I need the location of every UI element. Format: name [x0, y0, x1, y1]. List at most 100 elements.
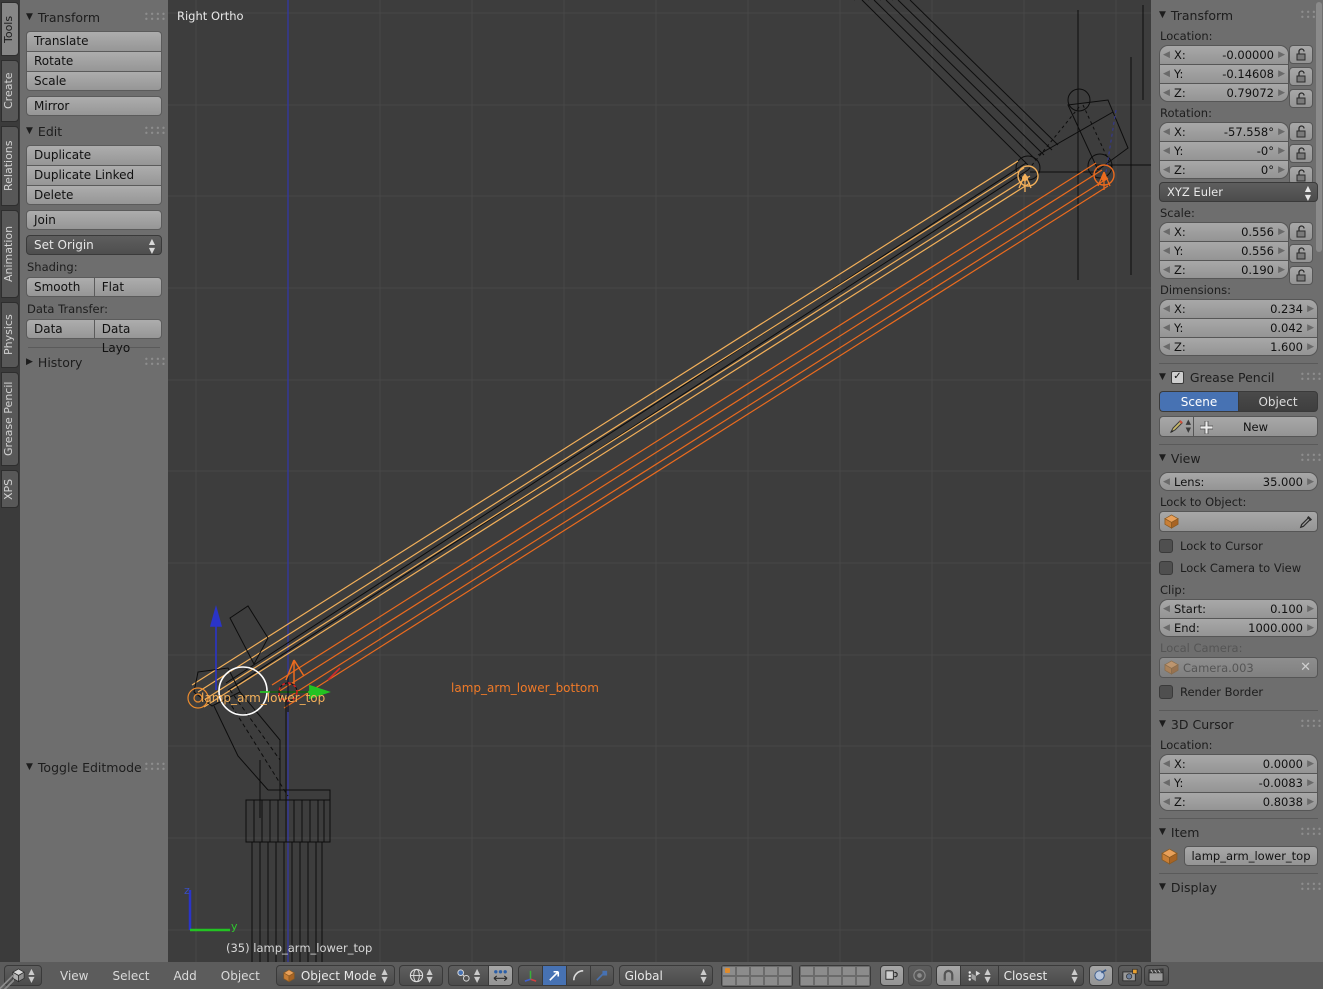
area-resize-grip[interactable] — [0, 975, 14, 989]
dimensions-z-field[interactable]: ◀ Z: 1.600 ▶ — [1159, 337, 1318, 356]
layer-cell[interactable] — [855, 965, 870, 976]
increment-arrow-icon[interactable]: ▶ — [1307, 758, 1314, 771]
increment-arrow-icon[interactable]: ▶ — [1307, 603, 1314, 616]
layer-cell[interactable] — [827, 965, 842, 976]
layer-group-1[interactable] — [720, 964, 793, 987]
join-button[interactable]: Join — [26, 210, 162, 230]
sidebar-tab-grease-pencil[interactable]: Grease Pencil — [1, 372, 19, 466]
lock-to-object-field[interactable] — [1159, 511, 1318, 532]
translate-button[interactable]: Translate — [26, 31, 162, 51]
layer-cell[interactable] — [763, 965, 778, 976]
pivot-point-dropdown[interactable]: ▲ ▼ — [447, 965, 488, 986]
location-z-field[interactable]: ◀ Z: 0.79072 ▶ — [1159, 83, 1289, 102]
layer-cell[interactable] — [841, 965, 856, 976]
decrement-arrow-icon[interactable]: ◀ — [1163, 226, 1170, 239]
lock-rotation-y-button[interactable] — [1289, 144, 1313, 163]
layer-cell[interactable] — [749, 965, 764, 976]
increment-arrow-icon[interactable]: ▶ — [1307, 777, 1314, 790]
lock-location-x-button[interactable] — [1289, 45, 1313, 64]
lock-camera-to-view-checkbox[interactable] — [1159, 561, 1173, 575]
decrement-arrow-icon[interactable]: ◀ — [1163, 126, 1170, 139]
eyedropper-icon[interactable] — [1299, 515, 1313, 529]
lens-field[interactable]: ◀ Lens: 35.000 ▶ — [1159, 472, 1318, 491]
location-y-field[interactable]: ◀ Y: -0.14608 ▶ — [1159, 64, 1289, 83]
increment-arrow-icon[interactable]: ▶ — [1278, 264, 1285, 277]
dimensions-y-field[interactable]: ◀ Y: 0.042 ▶ — [1159, 318, 1318, 337]
snap-element-dropdown[interactable]: ▲ ▼ — [959, 965, 998, 986]
panel-header-display[interactable]: ▼ Display — [1159, 877, 1318, 897]
panel-header-toggle-editmode[interactable]: ▼ Toggle Editmode — [26, 757, 162, 777]
decrement-arrow-icon[interactable]: ◀ — [1163, 796, 1170, 809]
shading-smooth-button[interactable]: Smooth — [26, 277, 94, 297]
panel-header-transform[interactable]: ▼ Transform — [26, 7, 162, 27]
layer-cell[interactable] — [855, 975, 870, 986]
rotate-manipulator-toggle[interactable] — [565, 965, 590, 986]
grease-pencil-source-scene[interactable]: Scene — [1159, 391, 1238, 412]
location-x-field[interactable]: ◀ X: -0.00000 ▶ — [1159, 45, 1289, 64]
duplicate-linked-button[interactable]: Duplicate Linked — [26, 165, 162, 185]
decrement-arrow-icon[interactable]: ◀ — [1163, 758, 1170, 771]
translate-manipulator-toggle[interactable] — [541, 965, 566, 986]
3d-viewport[interactable]: Right Ortho lamp_arm_lower_bottom lamp_a… — [168, 0, 1151, 962]
sidebar-tab-create[interactable]: Create — [1, 60, 19, 122]
scale-z-field[interactable]: ◀ Z: 0.190 ▶ — [1159, 260, 1289, 279]
increment-arrow-icon[interactable]: ▶ — [1278, 87, 1285, 100]
opengl-render-toggle[interactable] — [1088, 965, 1113, 986]
layer-cell[interactable] — [813, 965, 828, 976]
cursor-x-field[interactable]: ◀ X: 0.0000 ▶ — [1159, 754, 1318, 773]
panel-header-history[interactable]: ▶ History — [26, 352, 162, 372]
decrement-arrow-icon[interactable]: ◀ — [1163, 303, 1170, 316]
sidebar-tab-tools[interactable]: Tools — [1, 2, 19, 56]
decrement-arrow-icon[interactable]: ◀ — [1163, 68, 1170, 81]
set-origin-dropdown[interactable]: Set Origin ▲ ▼ — [26, 235, 162, 255]
increment-arrow-icon[interactable]: ▶ — [1307, 476, 1314, 489]
increment-arrow-icon[interactable]: ▶ — [1278, 245, 1285, 258]
decrement-arrow-icon[interactable]: ◀ — [1163, 476, 1170, 489]
increment-arrow-icon[interactable]: ▶ — [1278, 226, 1285, 239]
layer-cell[interactable] — [749, 975, 764, 986]
shading-flat-button[interactable]: Flat — [93, 277, 162, 297]
rotation-mode-dropdown[interactable]: XYZ Euler ▲ ▼ — [1159, 182, 1318, 202]
lock-scale-x-button[interactable] — [1289, 222, 1313, 241]
close-icon[interactable]: ✕ — [1300, 660, 1313, 675]
grease-pencil-datablock-dropdown[interactable]: ▲ ▼ — [1159, 416, 1193, 437]
sidebar-tab-xps[interactable]: XPS — [1, 470, 19, 508]
decrement-arrow-icon[interactable]: ◀ — [1163, 777, 1170, 790]
layer-group-2[interactable] — [798, 964, 871, 987]
increment-arrow-icon[interactable]: ▶ — [1278, 145, 1285, 158]
layer-cell[interactable] — [841, 975, 856, 986]
layer-cell[interactable] — [799, 975, 814, 986]
layer-cell[interactable] — [813, 975, 828, 986]
interaction-mode-dropdown[interactable]: Object Mode ▲ ▼ — [275, 965, 395, 986]
sidebar-tab-animation[interactable]: Animation — [1, 210, 19, 298]
menu-add[interactable]: Add — [162, 969, 209, 983]
scale-y-field[interactable]: ◀ Y: 0.556 ▶ — [1159, 241, 1289, 260]
increment-arrow-icon[interactable]: ▶ — [1278, 49, 1285, 62]
render-border-checkbox[interactable] — [1159, 685, 1173, 699]
layer-cell[interactable] — [827, 975, 842, 986]
data-button[interactable]: Data — [26, 319, 94, 339]
viewport-shading-dropdown[interactable]: ▲ ▼ — [398, 965, 443, 986]
item-object-name-input[interactable]: lamp_arm_lower_top — [1184, 846, 1318, 866]
layer-cell[interactable] — [735, 975, 750, 986]
cursor-y-field[interactable]: ◀ Y: -0.0083 ▶ — [1159, 773, 1318, 792]
data-layout-button[interactable]: Data Layo — [93, 319, 162, 355]
scale-manipulator-toggle[interactable] — [589, 965, 614, 986]
manipulate-center-points-toggle[interactable] — [487, 965, 513, 986]
layer-cell[interactable] — [721, 965, 736, 976]
scale-button[interactable]: Scale — [26, 71, 162, 91]
opengl-render-image-button[interactable] — [1117, 965, 1142, 986]
lock-scene-to-object-mode-toggle[interactable] — [879, 965, 904, 986]
increment-arrow-icon[interactable]: ▶ — [1278, 126, 1285, 139]
opengl-render-animation-button[interactable] — [1143, 965, 1169, 986]
decrement-arrow-icon[interactable]: ◀ — [1163, 622, 1170, 635]
panel-header-3d-cursor[interactable]: ▼ 3D Cursor — [1159, 714, 1318, 734]
menu-object[interactable]: Object — [209, 969, 272, 983]
decrement-arrow-icon[interactable]: ◀ — [1163, 264, 1170, 277]
panel-header-view[interactable]: ▼ View — [1159, 448, 1318, 468]
lock-to-cursor-row[interactable]: Lock to Cursor — [1159, 535, 1318, 557]
panel-header-transform-n[interactable]: ▼ Transform — [1159, 5, 1318, 25]
clip-start-field[interactable]: ◀ Start: 0.100 ▶ — [1159, 599, 1318, 618]
increment-arrow-icon[interactable]: ▶ — [1307, 622, 1314, 635]
scale-x-field[interactable]: ◀ X: 0.556 ▶ — [1159, 222, 1289, 241]
